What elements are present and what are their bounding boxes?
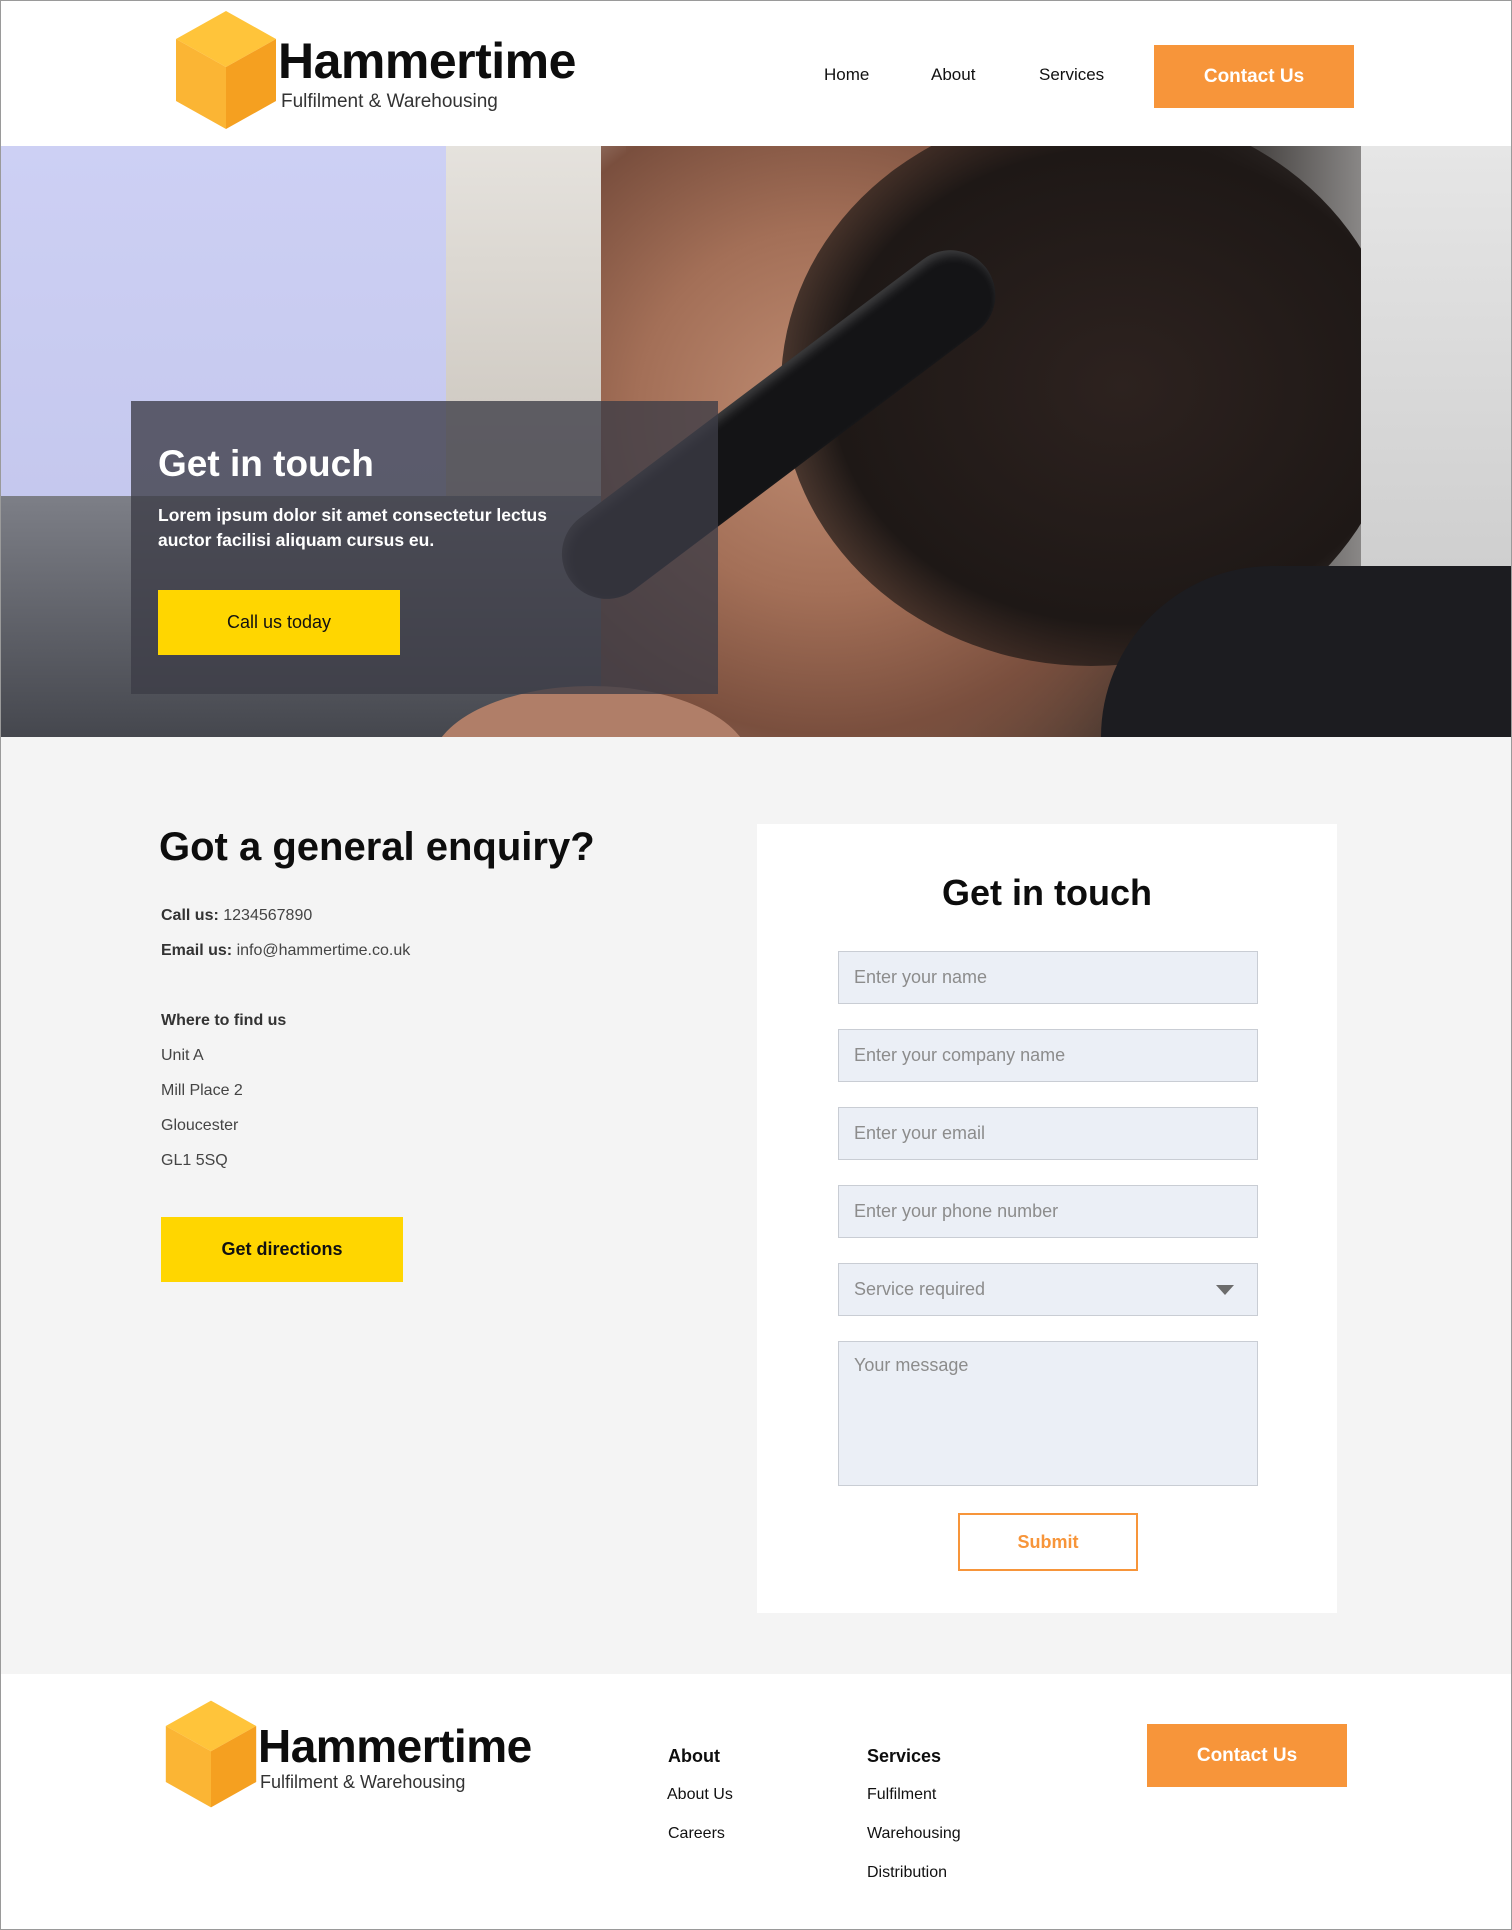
- header-logo[interactable]: Hammertime Fulfilment & Warehousing: [174, 9, 576, 131]
- name-input[interactable]: Enter your name: [838, 951, 1258, 1004]
- footer-link-about-us[interactable]: About Us: [667, 1786, 733, 1804]
- address-line: Unit A: [161, 1047, 204, 1064]
- header-contact-button[interactable]: Contact Us: [1154, 45, 1354, 108]
- enquiry-section: Got a general enquiry? Call us: 12345678…: [1, 737, 1511, 1674]
- box-logo-icon: [176, 11, 276, 129]
- brand-tagline: Fulfilment & Warehousing: [281, 90, 498, 112]
- hero-banner: Get in touch Lorem ipsum dolor sit amet …: [1, 146, 1511, 737]
- address-line: GL1 5SQ: [161, 1152, 228, 1169]
- page: Hammertime Fulfilment & Warehousing Home…: [0, 0, 1512, 1930]
- call-us-button[interactable]: Call us today: [158, 590, 400, 655]
- brand-name: Hammertime: [258, 1720, 532, 1773]
- footer-link-distribution[interactable]: Distribution: [867, 1864, 947, 1882]
- chevron-down-icon: [1216, 1284, 1234, 1295]
- site-footer: Hammertime Fulfilment & Warehousing Abou…: [1, 1674, 1511, 1929]
- address-heading: Where to find us: [161, 1012, 287, 1029]
- phone-number[interactable]: 1234567890: [223, 907, 312, 924]
- footer-link-warehousing[interactable]: Warehousing: [867, 1825, 961, 1843]
- footer-link-fulfilment[interactable]: Fulfilment: [867, 1786, 936, 1804]
- hero-text: Lorem ipsum dolor sit amet consectetur l…: [158, 505, 547, 550]
- message-textarea[interactable]: Your message: [838, 1341, 1258, 1486]
- service-select-value: Service required: [854, 1279, 986, 1299]
- call-info: Call us: 1234567890: [161, 907, 313, 924]
- footer-contact-button[interactable]: Contact Us: [1147, 1724, 1347, 1787]
- company-input[interactable]: Enter your company name: [838, 1029, 1258, 1082]
- phone-input[interactable]: Enter your phone number: [838, 1185, 1258, 1238]
- box-logo-icon: [165, 1700, 257, 1808]
- footer-link-careers[interactable]: Careers: [668, 1825, 725, 1843]
- site-header: Hammertime Fulfilment & Warehousing Home…: [1, 1, 1511, 146]
- footer-logo[interactable]: Hammertime Fulfilment & Warehousing: [164, 1698, 532, 1810]
- hero-title: Get in touch: [158, 443, 374, 484]
- address-line: Mill Place 2: [161, 1082, 243, 1099]
- form-title: Get in touch: [942, 872, 1152, 913]
- nav-services[interactable]: Services: [1039, 65, 1104, 85]
- brand-name: Hammertime: [278, 32, 576, 89]
- email-address[interactable]: info@hammertime.co.uk: [237, 942, 411, 959]
- nav-about[interactable]: About: [931, 65, 975, 85]
- enquiry-title: Got a general enquiry?: [159, 825, 595, 869]
- get-directions-button[interactable]: Get directions: [161, 1217, 403, 1282]
- brand-tagline: Fulfilment & Warehousing: [260, 1772, 466, 1793]
- email-input[interactable]: Enter your email: [838, 1107, 1258, 1160]
- nav-home[interactable]: Home: [824, 65, 869, 85]
- hero-overlay-card: Get in touch Lorem ipsum dolor sit amet …: [131, 401, 718, 694]
- email-info: Email us: info@hammertime.co.uk: [161, 942, 411, 959]
- footer-services-title: Services: [867, 1746, 942, 1766]
- address-line: Gloucester: [161, 1117, 239, 1134]
- service-select[interactable]: Service required: [838, 1263, 1258, 1316]
- footer-about-title: About: [668, 1746, 720, 1766]
- contact-form: Get in touch Enter your name Enter your …: [757, 824, 1337, 1613]
- submit-button[interactable]: Submit: [958, 1513, 1138, 1571]
